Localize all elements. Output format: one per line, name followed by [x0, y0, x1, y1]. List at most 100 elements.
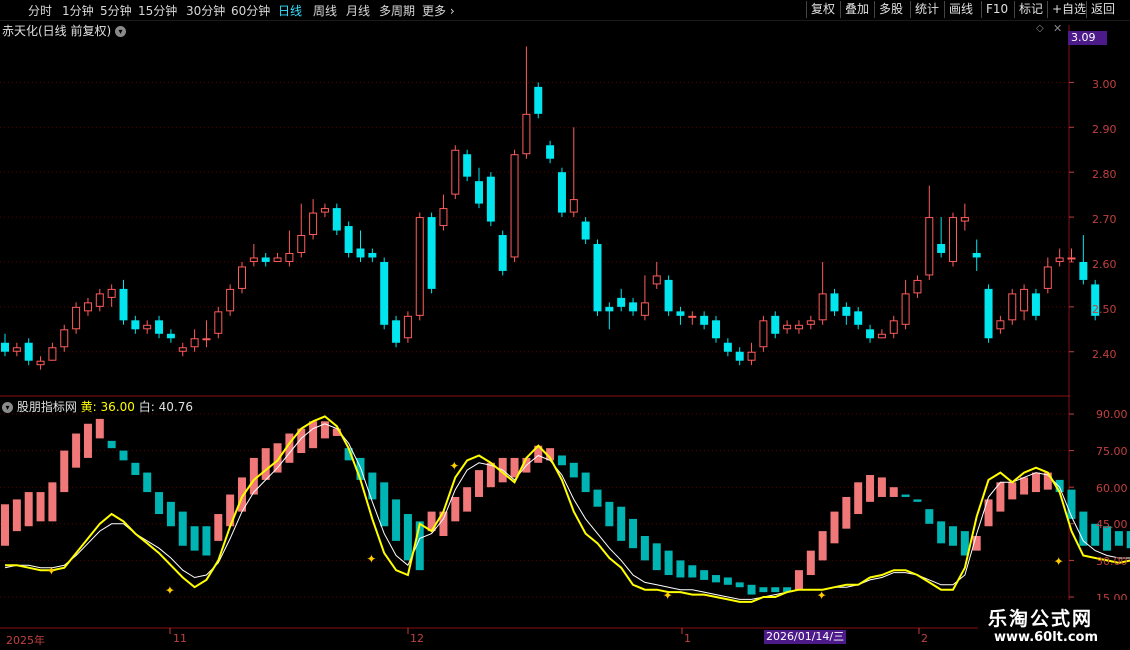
candle-body	[1055, 257, 1064, 262]
indicator-bar	[131, 462, 140, 475]
candle-body	[178, 347, 187, 352]
indicator-bar	[664, 550, 673, 576]
indicator-bar	[451, 496, 460, 522]
candle-body	[747, 351, 756, 361]
indicator-bar	[403, 514, 412, 561]
indicator-bar	[901, 494, 910, 497]
indicator-bar	[996, 482, 1005, 512]
candle-body	[238, 266, 246, 289]
candle-body	[735, 351, 744, 361]
candle-body	[368, 252, 377, 258]
candle-body	[463, 154, 472, 177]
indicator-bar	[866, 475, 875, 502]
candle-body	[972, 252, 981, 258]
candle-body	[1020, 288, 1029, 312]
candle-body	[486, 176, 495, 222]
indicator-bar	[166, 501, 175, 527]
white-label: 白:	[138, 400, 155, 414]
butterfly-markers: ✦ ✦ ✦ ✦ ✦ ✦ ✦	[46, 459, 1063, 602]
indicator-bar	[759, 587, 768, 593]
indicator-bar	[984, 499, 993, 527]
candle-body	[996, 320, 1005, 330]
y-tick-label: 75.00	[1096, 445, 1128, 458]
watermark: 乐淘公式网 www.60lt.com	[978, 600, 1130, 650]
x-tick-label: 2025年	[6, 634, 45, 647]
candle-body	[830, 293, 839, 312]
candle-body	[12, 347, 21, 352]
indicator-bar	[72, 433, 81, 468]
main-chart-title: 赤天化(日线 前复权) ▾	[2, 22, 127, 39]
candle-body	[510, 154, 519, 258]
candle-body	[794, 324, 803, 330]
indicator-bar	[652, 543, 661, 571]
candle-body	[48, 347, 57, 361]
candle-body	[356, 248, 365, 258]
candle-body	[202, 338, 211, 341]
y-tick-label: 2.90	[1092, 123, 1117, 136]
y-tick-label: 45.00	[1096, 518, 1128, 531]
y-tick-label: 30.00	[1096, 555, 1128, 568]
candle-body	[534, 86, 543, 114]
y-tick-label: 2.70	[1092, 213, 1117, 226]
butterfly-icon: ✦	[1054, 554, 1064, 568]
indicator-bar	[48, 482, 57, 522]
chevron-down-icon[interactable]: ▾	[2, 402, 13, 413]
watermark-url: www.60lt.com	[994, 630, 1099, 645]
candle-body	[344, 226, 353, 253]
candle-body	[261, 257, 270, 262]
candle-body	[866, 329, 875, 339]
indicator-bar	[842, 496, 851, 529]
indicator-bar	[190, 526, 199, 551]
indicator-bar	[925, 509, 934, 524]
indicator-bar	[676, 560, 685, 578]
indicator-title: ▾ 股朋指标网 黄: 36.00 白: 40.76	[2, 398, 193, 415]
candle-body	[226, 288, 235, 312]
candle-body	[285, 252, 294, 262]
candle-body	[107, 288, 116, 298]
candle-body	[439, 208, 448, 227]
candle-body	[925, 217, 934, 276]
price-badge: 3.09	[1068, 31, 1107, 45]
indicator-bar	[107, 440, 116, 449]
candle-body	[83, 302, 92, 312]
candle-body	[24, 342, 33, 361]
candle-body	[392, 320, 401, 343]
indicator-bar	[771, 587, 780, 593]
candle-body	[214, 311, 223, 334]
indicator-bar	[949, 526, 957, 546]
candle-body	[949, 217, 957, 262]
y-tick-label: 2.60	[1092, 258, 1117, 271]
candle-body	[937, 244, 946, 253]
candle-body	[1067, 257, 1076, 260]
indicator-bar	[1031, 472, 1040, 493]
indicator-bar	[1114, 531, 1123, 546]
candle-body	[95, 293, 104, 307]
candle-body	[1008, 293, 1017, 321]
indicator-bar	[36, 492, 45, 522]
candle-body	[273, 257, 282, 262]
x-tick-label: 1	[684, 632, 691, 645]
indicator-bar	[830, 511, 839, 544]
candle-body	[1031, 293, 1040, 316]
diamond-icon[interactable]: ◇	[1036, 23, 1044, 34]
indicator-bar	[60, 450, 69, 493]
candle-body	[688, 315, 697, 318]
chevron-down-icon[interactable]: ▾	[115, 26, 127, 37]
indicator-bar	[155, 492, 164, 515]
candle-body	[249, 257, 258, 262]
candle-body	[854, 311, 863, 325]
candle-body	[569, 199, 578, 213]
butterfly-icon: ✦	[366, 552, 376, 566]
close-icon[interactable]: ✕	[1053, 22, 1062, 35]
yellow-value: 36.00	[100, 400, 135, 414]
indicator-bar	[712, 575, 720, 583]
indicator-bars	[1, 418, 1130, 595]
candle-body	[522, 113, 531, 155]
indicator-bar	[309, 421, 318, 449]
indicator-bar	[202, 526, 211, 556]
candle-body	[320, 208, 329, 213]
candle-body	[652, 275, 661, 285]
indicator-bar	[261, 448, 270, 480]
candle-body	[36, 360, 45, 366]
chart-canvas[interactable]: ✦ ✦ ✦ ✦ ✦ ✦ ✦	[0, 0, 1130, 650]
